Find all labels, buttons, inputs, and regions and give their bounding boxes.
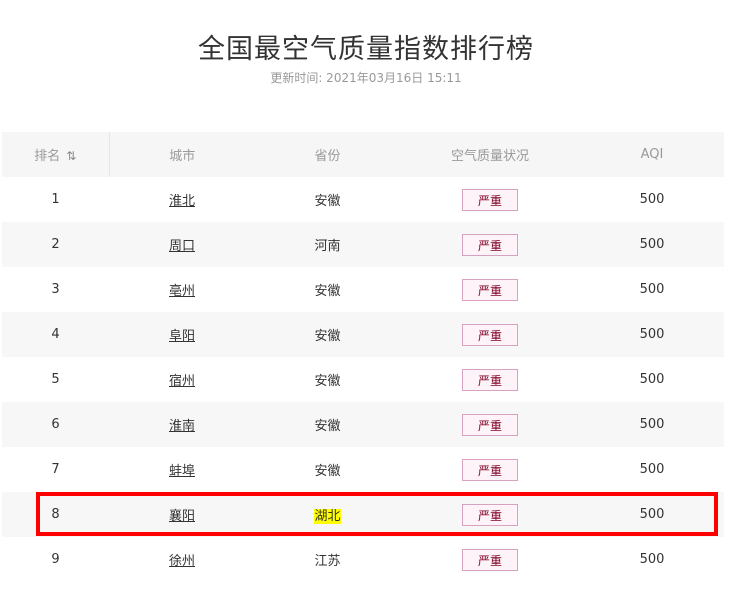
rank-cell: 4	[51, 327, 60, 342]
city-link[interactable]: 淮北	[169, 194, 195, 209]
quality-badge: 严重	[462, 458, 518, 481]
table-row: 5 宿州 安徽 严重 500	[2, 357, 724, 402]
quality-cell: 严重	[400, 402, 580, 447]
province-cell: 安徽	[314, 464, 341, 479]
update-time: 更新时间: 2021年03月16日 15:11	[270, 71, 462, 85]
province-cell: 安徽	[314, 419, 341, 434]
table-row: 3 亳州 安徽 严重 500	[2, 267, 724, 312]
city-header: 城市	[169, 149, 196, 164]
aqi-cell: 500	[639, 237, 665, 252]
aqi-cell: 500	[639, 327, 665, 342]
table-row: 7 蚌埠 安徽 严重 500	[2, 447, 724, 492]
quality-header: 空气质量状况	[450, 149, 529, 164]
aqi-cell: 500	[639, 552, 665, 567]
city-link[interactable]: 阜阳	[169, 329, 195, 344]
province-cell: 安徽	[314, 329, 341, 344]
quality-cell: 严重	[400, 267, 580, 312]
rank-cell: 6	[51, 417, 60, 432]
city-cell: 淮南	[109, 402, 255, 447]
table-row-highlighted: 8 襄阳 湖北 严重 500	[2, 492, 724, 537]
quality-badge: 严重	[462, 278, 518, 301]
aqi-header: AQI	[640, 147, 664, 162]
city-link[interactable]: 徐州	[169, 554, 195, 569]
page-title: 全国最空气质量指数排行榜	[198, 34, 534, 65]
province-cell: 河南	[314, 239, 341, 254]
city-cell: 周口	[109, 222, 255, 267]
rank-cell: 2	[51, 237, 60, 252]
rank-cell: 7	[51, 462, 60, 477]
table-row: 4 阜阳 安徽 严重 500	[2, 312, 724, 357]
province-cell: 安徽	[314, 194, 341, 209]
quality-badge: 严重	[462, 233, 518, 256]
city-cell: 蚌埠	[109, 447, 255, 492]
quality-cell: 严重	[400, 447, 580, 492]
quality-badge: 严重	[462, 548, 518, 571]
quality-badge: 严重	[462, 188, 518, 211]
rank-cell: 1	[51, 192, 60, 207]
table-row: 2 周口 河南 严重 500	[2, 222, 724, 267]
city-cell: 阜阳	[109, 312, 255, 357]
quality-cell: 严重	[400, 177, 580, 222]
city-link[interactable]: 淮南	[169, 419, 195, 434]
quality-cell: 严重	[400, 312, 580, 357]
province-header: 省份	[314, 149, 341, 164]
city-cell: 淮北	[109, 177, 255, 222]
province-highlighted: 湖北	[314, 509, 341, 524]
city-cell: 襄阳	[109, 492, 255, 537]
province-cell: 安徽	[314, 284, 341, 299]
city-link[interactable]: 蚌埠	[169, 464, 195, 479]
rank-header-label: 排名	[34, 149, 61, 164]
aqi-cell: 500	[639, 462, 665, 477]
rank-cell: 5	[51, 372, 60, 387]
table-row: 1 淮北 安徽 严重 500	[2, 177, 724, 222]
rank-cell: 8	[51, 507, 60, 522]
rank-header[interactable]: 排名 ⇅	[2, 132, 110, 177]
city-link[interactable]: 亳州	[169, 284, 195, 299]
quality-cell: 严重	[400, 222, 580, 267]
rank-cell: 9	[51, 552, 60, 567]
aqi-ranking-table: 排名 ⇅ 城市 省份 空气质量状况 AQI 1 淮北 安徽 严重 500 2 周口…	[2, 132, 724, 582]
quality-cell: 严重	[400, 492, 580, 537]
city-link[interactable]: 宿州	[169, 374, 195, 389]
aqi-cell: 500	[639, 372, 665, 387]
quality-badge: 严重	[462, 368, 518, 391]
aqi-cell: 500	[639, 192, 665, 207]
province-cell: 安徽	[314, 374, 341, 389]
city-cell: 亳州	[109, 267, 255, 312]
city-cell: 宿州	[109, 357, 255, 402]
quality-cell: 严重	[400, 357, 580, 402]
aqi-cell: 500	[639, 282, 665, 297]
city-cell: 徐州	[109, 537, 255, 582]
province-cell: 江苏	[314, 554, 341, 569]
sort-icon[interactable]: ⇅	[66, 149, 76, 163]
city-link[interactable]: 襄阳	[169, 509, 195, 524]
quality-badge: 严重	[462, 323, 518, 346]
quality-cell: 严重	[400, 537, 580, 582]
aqi-cell: 500	[639, 417, 665, 432]
city-link[interactable]: 周口	[169, 239, 195, 254]
quality-badge: 严重	[462, 413, 518, 436]
rank-cell: 3	[51, 282, 60, 297]
province-cell: 湖北	[255, 492, 400, 537]
table-header-row: 排名 ⇅ 城市 省份 空气质量状况 AQI	[2, 132, 724, 177]
quality-badge: 严重	[462, 503, 518, 526]
table-row: 6 淮南 安徽 严重 500	[2, 402, 724, 447]
aqi-cell: 500	[639, 507, 665, 522]
table-row: 9 徐州 江苏 严重 500	[2, 537, 724, 582]
